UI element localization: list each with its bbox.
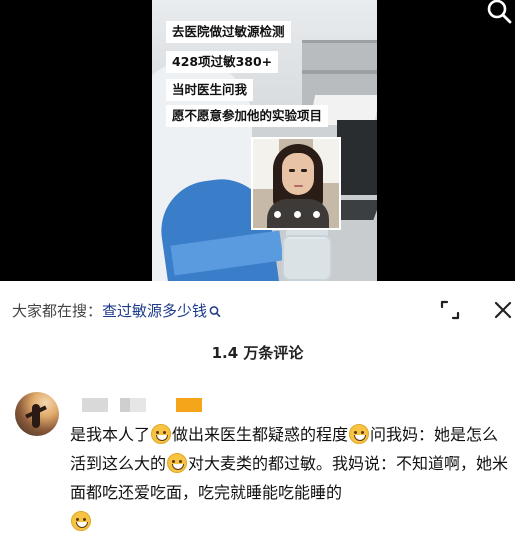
search-suggestion[interactable]: 大家都在搜：查过敏源多少钱 — [12, 301, 221, 321]
search-suggestion-prefix: 大家都在搜： — [12, 302, 103, 320]
video-caption-3: 当时医生问我 — [166, 79, 254, 101]
inset-eye-right — [301, 169, 307, 172]
inset-eye-left — [289, 169, 295, 172]
inset-mouth — [294, 185, 303, 187]
grinning-face-icon — [167, 453, 188, 473]
video-caption-1: 去医院做过敏源检测 — [166, 21, 291, 43]
search-icon[interactable] — [484, 0, 514, 26]
dot — [293, 211, 301, 218]
blur-block — [82, 398, 108, 412]
blur-block — [130, 398, 146, 412]
avatar[interactable] — [15, 392, 59, 436]
video-scene-monitor — [337, 120, 377, 195]
comment-count: 1.4 万条评论 — [211, 344, 304, 362]
video-caption-2: 428项过敏380+ — [166, 51, 279, 73]
video-caption-4: 愿不愿意参加他的实验项目 — [166, 105, 329, 127]
comment-text: 是我本人了 做出来医生都疑惑的程度 问我妈：她是怎么活到这么大的 对大麦类的都过敏。我… — [70, 420, 510, 536]
blur-block-orange — [176, 398, 202, 412]
blur-gap — [146, 398, 176, 412]
dot — [313, 211, 320, 218]
video-scene-shelf-rail — [302, 70, 377, 74]
search-suggestion-term[interactable]: 查过敏源多少钱 — [102, 302, 207, 320]
video-player[interactable]: 去医院做过敏源检测 428项过敏380+ 当时医生问我 愿不愿意参加他的实验项目 — [0, 0, 515, 281]
dot — [274, 211, 281, 218]
close-icon[interactable] — [492, 299, 514, 321]
video-scene-jar — [282, 235, 332, 281]
comment-segment: 是我本人了 — [70, 425, 151, 444]
video-pause-dots[interactable] — [274, 211, 320, 219]
blur-gap — [108, 398, 120, 412]
search-icon — [209, 305, 221, 317]
comment-segment: 做出来医生都疑惑的程度 — [172, 425, 349, 444]
inset-face — [282, 153, 314, 195]
username-blurred[interactable] — [82, 398, 202, 412]
grinning-face-icon — [71, 511, 91, 531]
grinning-face-icon — [349, 424, 370, 444]
grinning-face-icon — [151, 424, 172, 444]
expand-icon[interactable] — [438, 298, 462, 322]
blur-block — [120, 398, 130, 412]
